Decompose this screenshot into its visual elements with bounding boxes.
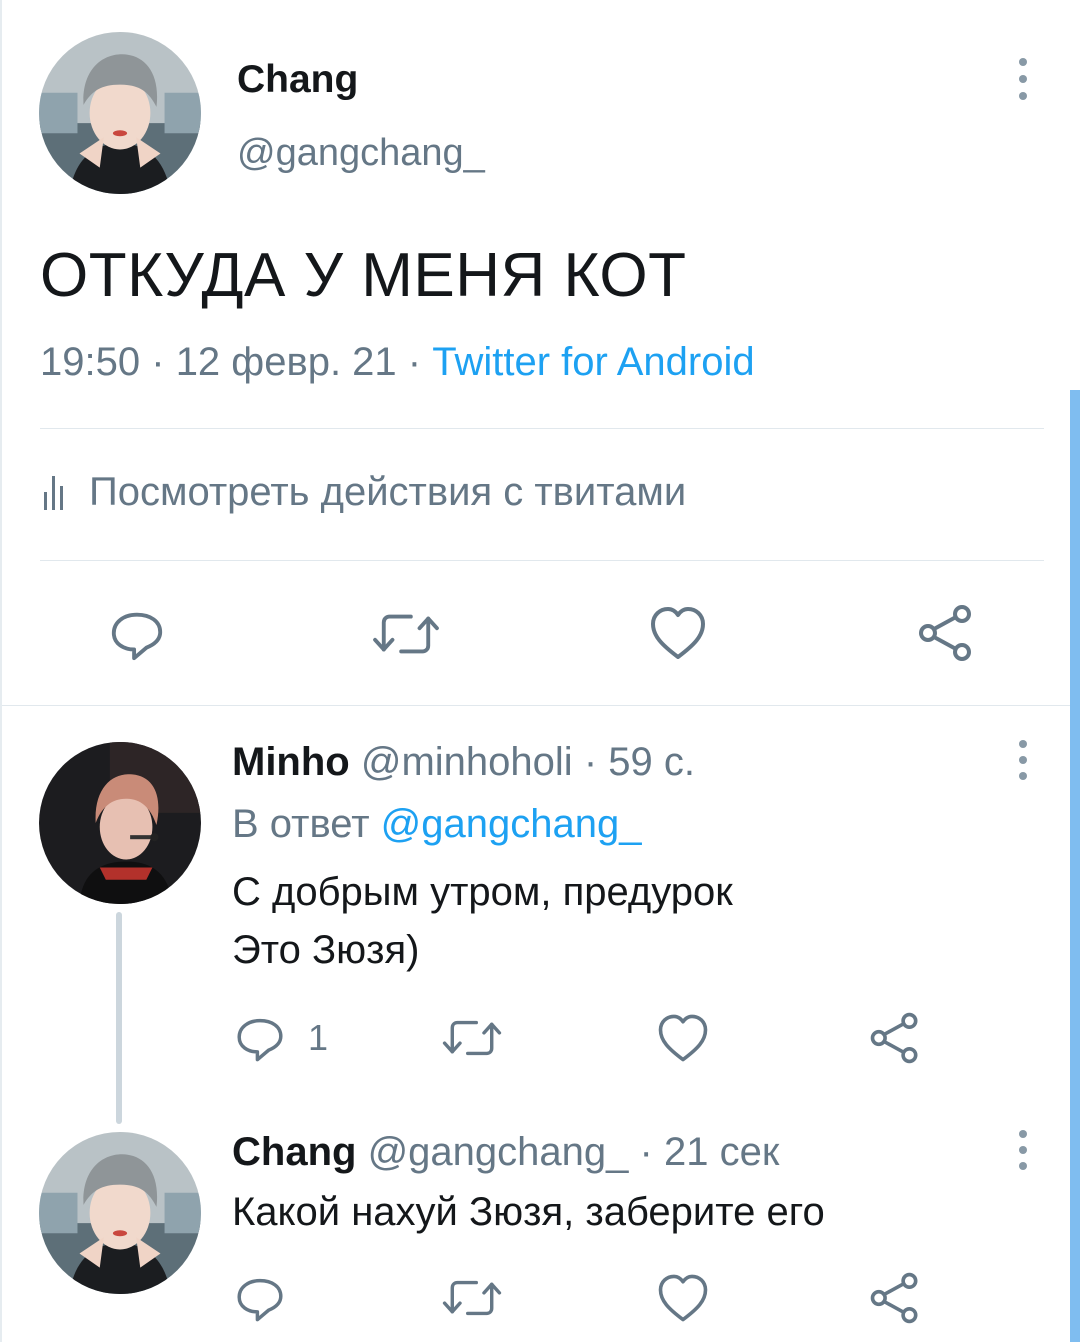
more-icon[interactable]	[1013, 740, 1033, 780]
like-icon	[656, 1011, 710, 1065]
reply-text-line: Какой нахуй Зюзя, заберите его	[232, 1190, 825, 1234]
share-icon	[868, 1271, 922, 1325]
like-icon	[656, 1271, 710, 1325]
divider	[40, 560, 1044, 561]
reply-count: 1	[308, 1017, 329, 1058]
reply-button[interactable]	[234, 1272, 286, 1324]
meta-separator: ·	[151, 340, 165, 384]
author-avatar[interactable]	[39, 32, 201, 194]
reply-time: 59 с.	[608, 740, 695, 784]
share-button[interactable]	[868, 1271, 922, 1325]
tweet-source-link[interactable]: Twitter for Android	[432, 340, 754, 384]
reply-author-name[interactable]: Minho	[232, 740, 350, 784]
retweet-icon	[372, 605, 440, 663]
reply-avatar[interactable]	[39, 742, 201, 904]
like-button[interactable]	[656, 1011, 710, 1065]
tweet-text: ОТКУДА У МЕНЯ КОТ	[40, 241, 687, 310]
retweet-button[interactable]	[442, 1012, 502, 1064]
thread-connector	[116, 912, 122, 1124]
retweet-icon	[442, 1012, 502, 1064]
reply-icon	[234, 1272, 286, 1324]
reply-icon	[234, 1012, 286, 1064]
author-handle[interactable]: @gangchang_	[237, 132, 485, 175]
reply-text-line: С добрым утром, предурок	[232, 870, 733, 914]
reply-author-handle[interactable]: @gangchang_	[368, 1130, 629, 1174]
replying-to-prefix: В ответ	[232, 802, 370, 846]
reply-button[interactable]	[108, 605, 166, 663]
more-icon[interactable]	[1013, 58, 1033, 100]
reply-button[interactable]: 1	[234, 1012, 328, 1064]
retweet-button[interactable]	[442, 1272, 502, 1324]
replying-to-handle[interactable]: @gangchang_	[381, 802, 642, 846]
reply-text-line: Это Зюзя)	[232, 928, 420, 972]
divider	[2, 705, 1080, 706]
reply-icon	[108, 605, 166, 663]
reply-time: 21 сек	[663, 1130, 780, 1174]
scrollbar[interactable]	[1070, 390, 1080, 1342]
share-button[interactable]	[916, 603, 976, 663]
divider	[40, 428, 1044, 429]
reply-header: Minho @minhoholi · 59 с.	[232, 740, 695, 784]
more-icon[interactable]	[1013, 1130, 1033, 1170]
retweet-icon	[442, 1272, 502, 1324]
replying-to: В ответ @gangchang_	[232, 802, 641, 847]
analytics-label: Посмотреть действия с твитами	[89, 470, 687, 514]
reply-author-name[interactable]: Chang	[232, 1130, 356, 1174]
share-icon	[868, 1011, 922, 1065]
share-icon	[916, 603, 976, 663]
like-button[interactable]	[648, 603, 708, 663]
tweet-thread-screen: Chang @gangchang_ ОТКУДА У МЕНЯ КОТ 19:5…	[0, 0, 1080, 1342]
like-button[interactable]	[656, 1271, 710, 1325]
analytics-icon	[44, 475, 63, 510]
meta-separator: ·	[407, 340, 422, 384]
retweet-button[interactable]	[372, 605, 440, 663]
like-icon	[648, 603, 708, 663]
tweet-analytics-link[interactable]: Посмотреть действия с твитами	[44, 470, 686, 515]
tweet-date: 12 февр. 21	[175, 340, 397, 384]
reply-author-handle[interactable]: @minhoholi	[361, 740, 573, 784]
reply-avatar[interactable]	[39, 1132, 201, 1294]
tweet-time: 19:50	[40, 340, 141, 384]
share-button[interactable]	[868, 1011, 922, 1065]
author-name[interactable]: Chang	[237, 58, 358, 102]
reply-header: Chang @gangchang_ · 21 сек	[232, 1130, 780, 1174]
tweet-meta: 19:50 · 12 февр. 21 · Twitter for Androi…	[40, 340, 755, 385]
